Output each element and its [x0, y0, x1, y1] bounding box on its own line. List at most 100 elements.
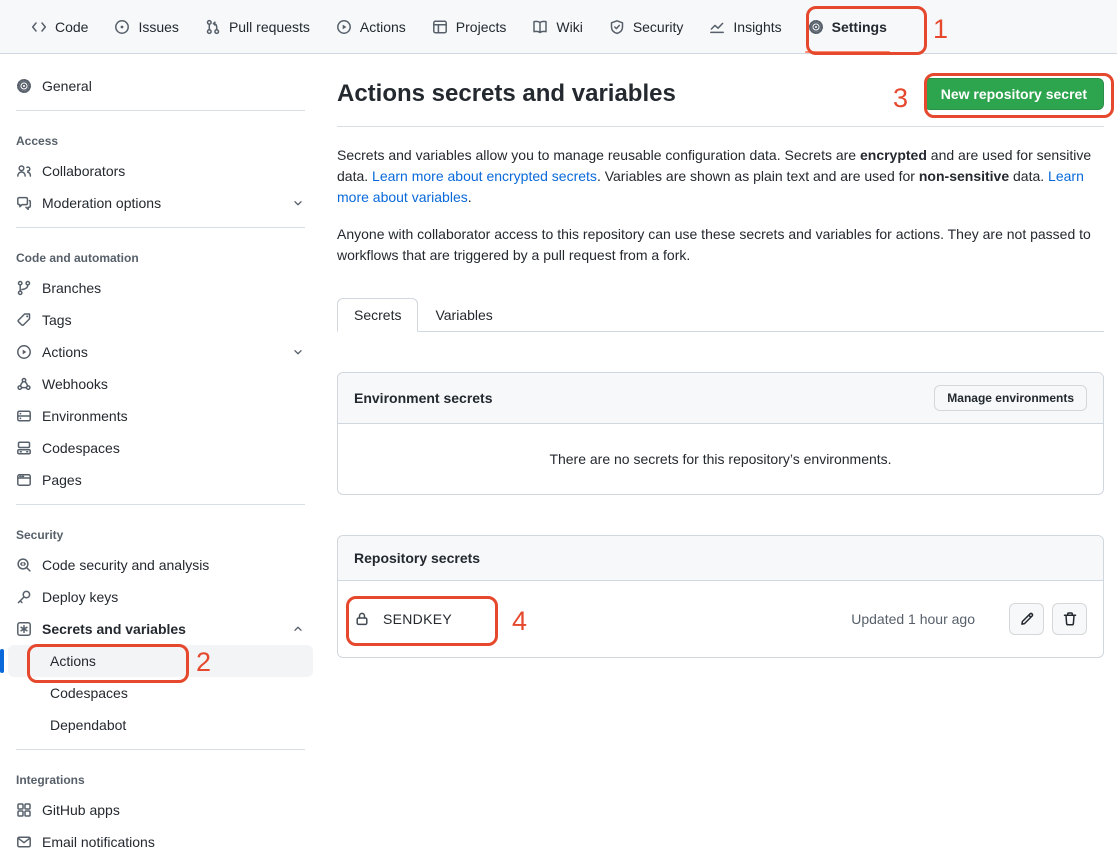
tab-code[interactable]: Code: [18, 0, 101, 53]
play-icon: [336, 19, 352, 35]
tab-insights[interactable]: Insights: [696, 0, 794, 53]
tab-label: Security: [633, 19, 684, 35]
git-branch-icon: [16, 280, 32, 296]
section-header-security: Security: [8, 513, 313, 549]
intro-paragraph-1: Secrets and variables allow you to manag…: [337, 145, 1104, 208]
page-title: Actions secrets and variables: [337, 78, 676, 110]
sidebar-label: Collaborators: [42, 161, 305, 181]
text: Secrets and variables allow you to manag…: [337, 147, 860, 163]
pencil-icon: [1019, 611, 1035, 627]
secrets-variables-tabnav: Secrets Variables: [337, 298, 1104, 332]
tab-projects[interactable]: Projects: [419, 0, 520, 53]
environment-secrets-title: Environment secrets: [354, 390, 493, 406]
sidebar-item-github-apps[interactable]: GitHub apps: [8, 794, 313, 826]
sidebar-subitem-dependabot[interactable]: Dependabot: [8, 709, 313, 741]
settings-sidebar: General Access Collaborators Moderation …: [0, 54, 321, 858]
sidebar-item-branches[interactable]: Branches: [8, 272, 313, 304]
codespaces-icon: [16, 440, 32, 456]
tab-label: Code: [55, 19, 88, 35]
text: . Variables are shown as plain text and …: [597, 168, 919, 184]
divider: [16, 749, 305, 750]
new-repository-secret-button[interactable]: New repository secret: [924, 78, 1104, 110]
sidebar-label: Codespaces: [50, 685, 128, 701]
shield-icon: [609, 19, 625, 35]
environment-secrets-empty-text: There are no secrets for this repository…: [338, 424, 1103, 494]
tab-secrets[interactable]: Secrets: [337, 298, 418, 332]
sidebar-item-code-security[interactable]: Code security and analysis: [8, 549, 313, 581]
sidebar-item-pages[interactable]: Pages: [8, 464, 313, 496]
gear-icon: [16, 78, 32, 94]
sidebar-label: Branches: [42, 278, 305, 298]
encrypted-secrets-link[interactable]: Learn more about encrypted secrets: [372, 168, 597, 184]
sidebar-label: Email notifications: [42, 832, 305, 852]
sidebar-subitem-codespaces[interactable]: Codespaces: [8, 677, 313, 709]
sidebar-label: Code security and analysis: [42, 555, 305, 575]
sidebar-label: GitHub apps: [42, 800, 305, 820]
tab-security[interactable]: Security: [596, 0, 697, 53]
sidebar-label: Environments: [42, 406, 305, 426]
intro-paragraph-2: Anyone with collaborator access to this …: [337, 224, 1104, 266]
repository-secrets-box: Repository secrets SENDKEY Updated 1 hou…: [337, 535, 1104, 658]
secret-updated-text: Updated 1 hour ago: [851, 611, 975, 627]
sidebar-item-collaborators[interactable]: Collaborators: [8, 155, 313, 187]
gear-icon: [808, 19, 824, 35]
tab-label: Settings: [832, 19, 887, 35]
apps-grid-icon: [16, 802, 32, 818]
sidebar-item-actions[interactable]: Actions: [8, 336, 313, 368]
manage-environments-button[interactable]: Manage environments: [934, 385, 1087, 411]
divider: [16, 110, 305, 111]
sidebar-item-codespaces[interactable]: Codespaces: [8, 432, 313, 464]
sidebar-label: Moderation options: [42, 193, 281, 213]
sidebar-item-tags[interactable]: Tags: [8, 304, 313, 336]
sidebar-item-general[interactable]: General: [8, 70, 313, 102]
sidebar-item-secrets-and-variables[interactable]: Secrets and variables: [8, 613, 313, 645]
tab-label: Pull requests: [229, 19, 310, 35]
sidebar-label: Webhooks: [42, 374, 305, 394]
sidebar-subitem-actions[interactable]: Actions: [8, 645, 313, 677]
tab-label: Issues: [138, 19, 178, 35]
tab-pull-requests[interactable]: Pull requests: [192, 0, 323, 53]
sidebar-label: Secrets and variables: [42, 619, 281, 639]
section-header-access: Access: [8, 119, 313, 155]
server-icon: [16, 408, 32, 424]
repository-secrets-title: Repository secrets: [354, 550, 480, 566]
tab-variables[interactable]: Variables: [418, 298, 509, 332]
trash-icon: [1062, 611, 1078, 627]
environment-secrets-box: Environment secrets Manage environments …: [337, 372, 1104, 495]
tag-icon: [16, 312, 32, 328]
divider: [16, 227, 305, 228]
active-item-marker: [0, 649, 4, 673]
sidebar-item-webhooks[interactable]: Webhooks: [8, 368, 313, 400]
code-icon: [31, 19, 47, 35]
table-icon: [432, 19, 448, 35]
sidebar-item-moderation-options[interactable]: Moderation options: [8, 187, 313, 219]
sidebar-item-email-notifications[interactable]: Email notifications: [8, 826, 313, 858]
sidebar-label: Codespaces: [42, 438, 305, 458]
sidebar-label: Tags: [42, 310, 305, 330]
chevron-down-icon: [291, 345, 305, 359]
tab-wiki[interactable]: Wiki: [519, 0, 595, 53]
webhook-icon: [16, 376, 32, 392]
sidebar-item-environments[interactable]: Environments: [8, 400, 313, 432]
mail-icon: [16, 834, 32, 850]
intro-text: Secrets and variables allow you to manag…: [337, 145, 1104, 266]
sidebar-label: Actions: [42, 342, 281, 362]
tab-issues[interactable]: Issues: [101, 0, 191, 53]
bold-encrypted: encrypted: [860, 147, 927, 163]
secret-row-sendkey: SENDKEY Updated 1 hour ago: [338, 581, 1103, 657]
delete-secret-button[interactable]: [1052, 603, 1087, 635]
tab-label: Actions: [360, 19, 406, 35]
section-header-integrations: Integrations: [8, 758, 313, 794]
chevron-down-icon: [291, 196, 305, 210]
tab-actions[interactable]: Actions: [323, 0, 419, 53]
sidebar-item-deploy-keys[interactable]: Deploy keys: [8, 581, 313, 613]
tab-label: Wiki: [556, 19, 582, 35]
secret-name: SENDKEY: [383, 611, 452, 627]
browser-icon: [16, 472, 32, 488]
tab-settings[interactable]: Settings: [795, 0, 900, 53]
text: data.: [1009, 168, 1048, 184]
sidebar-label: Deploy keys: [42, 587, 305, 607]
key-icon: [16, 589, 32, 605]
sidebar-label: Dependabot: [50, 717, 126, 733]
edit-secret-button[interactable]: [1009, 603, 1044, 635]
